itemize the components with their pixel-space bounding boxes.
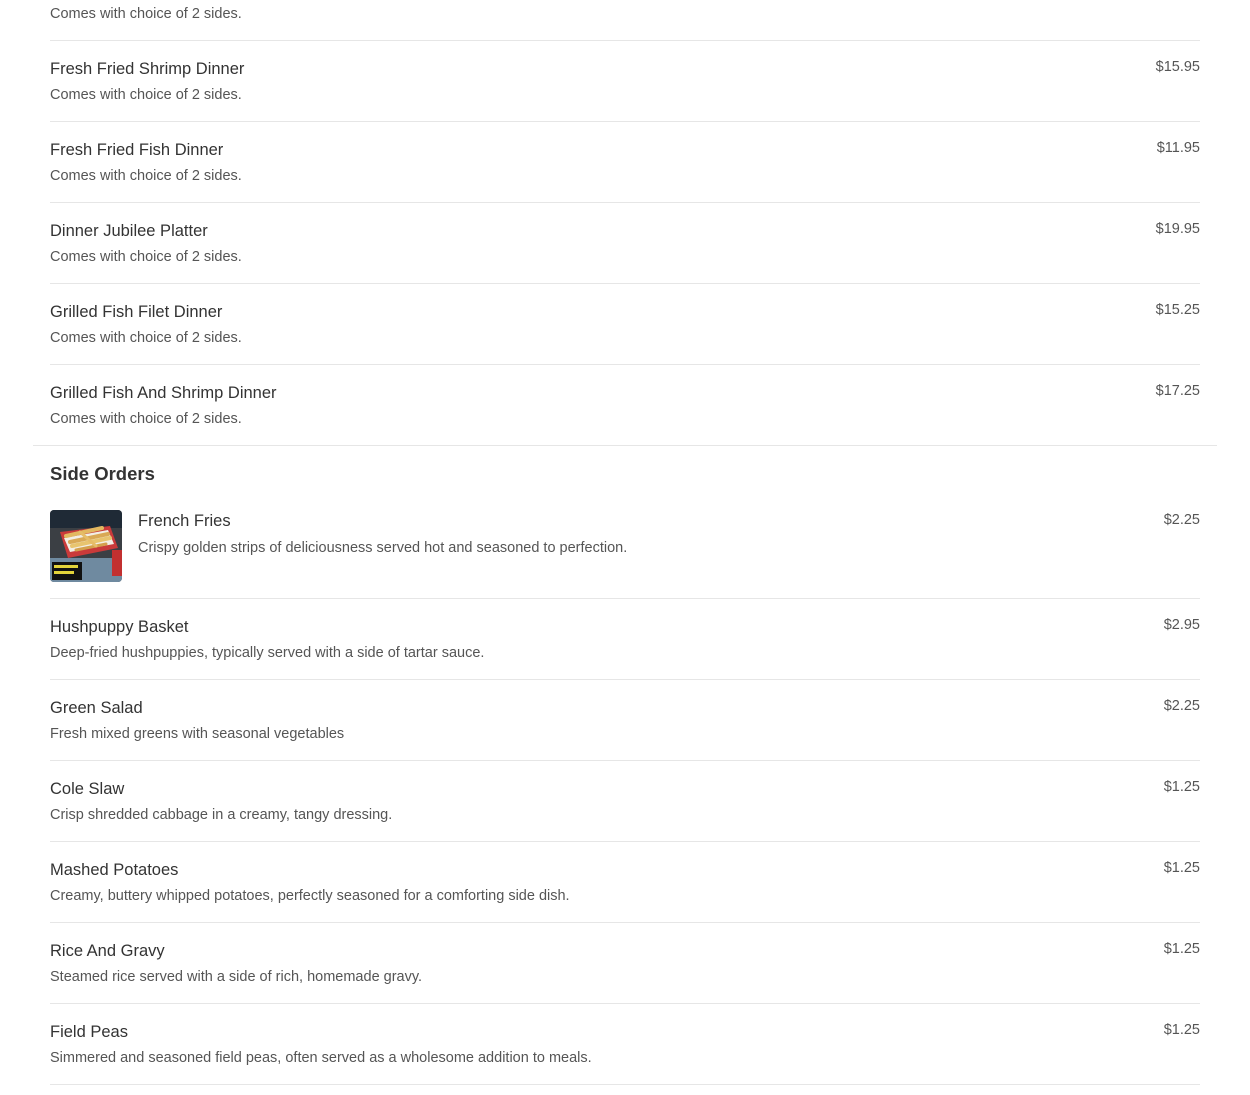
menu-item[interactable]: Fresh Fried Fish Dinner Comes with choic… bbox=[50, 122, 1200, 203]
item-name: Dinner Jubilee Platter bbox=[50, 222, 208, 240]
item-price: $2.25 bbox=[1163, 698, 1200, 714]
item-price: $1.25 bbox=[1163, 860, 1200, 876]
item-description: Crispy golden strips of deliciousness se… bbox=[138, 540, 628, 556]
menu-item[interactable]: Fresh Fried Shrimp Dinner Comes with cho… bbox=[50, 41, 1200, 122]
section-title: Side Orders bbox=[50, 463, 155, 484]
item-description: Fresh mixed greens with seasonal vegetab… bbox=[50, 726, 345, 742]
item-name: Grilled Fish Filet Dinner bbox=[50, 303, 223, 321]
item-name: Grilled Fish And Shrimp Dinner bbox=[50, 384, 277, 402]
menu-item[interactable]: Grilled Fish Filet Dinner Comes with cho… bbox=[50, 284, 1200, 365]
menu-item[interactable]: Rice And Gravy Steamed rice served with … bbox=[50, 923, 1200, 1004]
french-fries-photo[interactable] bbox=[50, 510, 122, 582]
item-description: Comes with choice of 2 sides. bbox=[50, 168, 242, 184]
item-description: Creamy, buttery whipped potatoes, perfec… bbox=[50, 888, 570, 904]
item-name: Mashed Potatoes bbox=[50, 861, 179, 879]
menu-item[interactable]: Hushpuppy Basket Deep-fried hushpuppies,… bbox=[50, 599, 1200, 680]
dinner-items-list: Fresh Fried Shrimp Dinner Comes with cho… bbox=[50, 41, 1200, 445]
item-price: $2.25 bbox=[1163, 512, 1200, 528]
menu-item[interactable]: Field Peas Simmered and seasoned field p… bbox=[50, 1004, 1200, 1085]
item-name: Fresh Fried Shrimp Dinner bbox=[50, 60, 245, 78]
item-name: Hushpuppy Basket bbox=[50, 618, 189, 636]
item-price: $2.95 bbox=[1163, 617, 1200, 633]
item-description: Comes with choice of 2 sides. bbox=[50, 6, 242, 22]
item-name: Field Peas bbox=[50, 1023, 128, 1041]
section-divider bbox=[33, 445, 1217, 446]
item-description: Comes with choice of 2 sides. bbox=[50, 87, 242, 103]
item-price: $19.95 bbox=[1155, 221, 1200, 237]
item-description: Comes with choice of 2 sides. bbox=[50, 249, 242, 265]
side-items-list: Hushpuppy Basket Deep-fried hushpuppies,… bbox=[50, 599, 1200, 1085]
menu-item-featured[interactable]: French Fries Crispy golden strips of del… bbox=[50, 510, 1200, 599]
menu-item-partial[interactable]: Comes with choice of 2 sides. bbox=[50, 0, 1200, 41]
item-price: $17.25 bbox=[1155, 383, 1200, 399]
menu-item[interactable]: Grilled Fish And Shrimp Dinner Comes wit… bbox=[50, 365, 1200, 445]
item-price: $1.25 bbox=[1163, 1022, 1200, 1038]
item-description: Deep-fried hushpuppies, typically served… bbox=[50, 645, 485, 661]
item-name: Green Salad bbox=[50, 699, 143, 717]
item-price: $1.25 bbox=[1163, 941, 1200, 957]
item-description: Simmered and seasoned field peas, often … bbox=[50, 1050, 592, 1066]
item-description: Crisp shredded cabbage in a creamy, tang… bbox=[50, 807, 393, 823]
item-price: $15.25 bbox=[1155, 302, 1200, 318]
menu-item[interactable]: Dinner Jubilee Platter Comes with choice… bbox=[50, 203, 1200, 284]
item-description: Steamed rice served with a side of rich,… bbox=[50, 969, 423, 985]
menu-item[interactable]: Green Salad Fresh mixed greens with seas… bbox=[50, 680, 1200, 761]
item-price: $11.95 bbox=[1156, 140, 1200, 156]
item-name: Cole Slaw bbox=[50, 780, 125, 798]
item-price: $1.25 bbox=[1163, 779, 1200, 795]
menu-page: Comes with choice of 2 sides. Fresh Frie… bbox=[0, 0, 1250, 1095]
item-name: Rice And Gravy bbox=[50, 942, 165, 960]
item-name: French Fries bbox=[138, 512, 231, 530]
item-price: $15.95 bbox=[1155, 59, 1200, 75]
item-description: Comes with choice of 2 sides. bbox=[50, 411, 242, 427]
item-name: Fresh Fried Fish Dinner bbox=[50, 141, 224, 159]
menu-item[interactable]: Mashed Potatoes Creamy, buttery whipped … bbox=[50, 842, 1200, 923]
menu-item[interactable]: Cole Slaw Crisp shredded cabbage in a cr… bbox=[50, 761, 1200, 842]
item-description: Comes with choice of 2 sides. bbox=[50, 330, 242, 346]
